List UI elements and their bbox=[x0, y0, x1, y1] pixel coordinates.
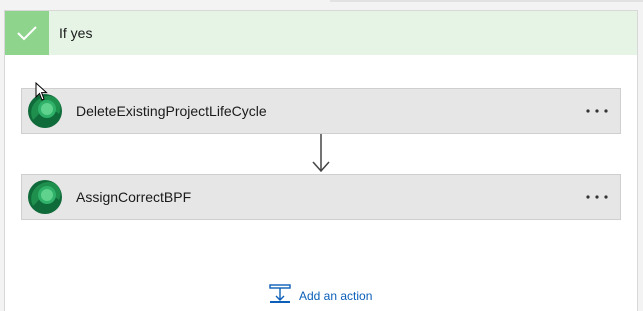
branch-title: If yes bbox=[59, 25, 93, 41]
add-an-action-button[interactable]: Add an action bbox=[269, 283, 373, 309]
more-options-icon[interactable] bbox=[584, 185, 610, 209]
more-options-icon[interactable] bbox=[584, 99, 610, 123]
down-arrow-connector-icon bbox=[311, 134, 331, 174]
mouse-pointer-icon bbox=[35, 81, 49, 102]
checkmark-icon bbox=[5, 11, 49, 55]
if-yes-branch-panel: If yes DeleteExistingProjectLifeCycle As… bbox=[4, 10, 638, 311]
action-card-assign-correct-bpf[interactable]: AssignCorrectBPF bbox=[21, 174, 621, 220]
insert-step-icon bbox=[269, 283, 291, 309]
top-shadow bbox=[330, 0, 643, 2]
action-label: DeleteExistingProjectLifeCycle bbox=[76, 103, 267, 119]
branch-header[interactable]: If yes bbox=[5, 11, 637, 55]
action-card-delete-existing-project-life-cycle[interactable]: DeleteExistingProjectLifeCycle bbox=[21, 88, 621, 134]
dataverse-icon bbox=[23, 176, 67, 218]
add-action-label: Add an action bbox=[299, 289, 373, 303]
action-label: AssignCorrectBPF bbox=[76, 189, 192, 205]
